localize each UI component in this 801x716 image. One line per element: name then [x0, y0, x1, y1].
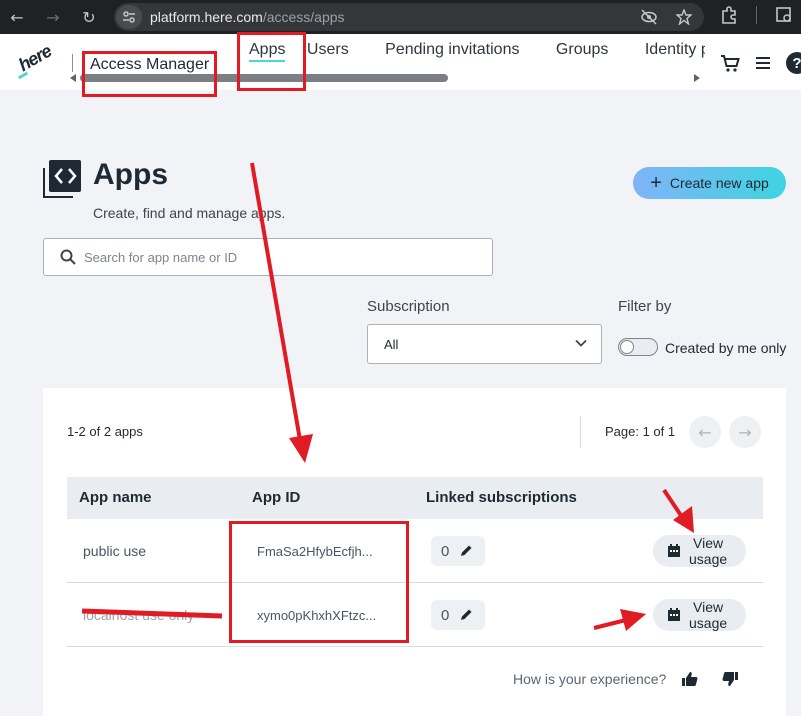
arrow-left-icon: ← [698, 422, 712, 442]
back-icon[interactable]: ← [3, 3, 31, 31]
pencil-icon[interactable] [459, 608, 473, 622]
col-linked-subscriptions[interactable]: Linked subscriptions [426, 489, 577, 506]
next-page-button[interactable]: → [729, 416, 761, 448]
prev-page-button[interactable]: ← [689, 416, 721, 448]
scroll-right-icon[interactable] [694, 74, 700, 82]
header-divider [72, 54, 73, 72]
thumbs-down-icon[interactable] [721, 670, 739, 688]
feedback-question: How is your experience? [513, 671, 667, 687]
help-icon[interactable]: ? [786, 52, 801, 74]
annotation-box-app-ids [229, 521, 409, 643]
thumbs-up-icon[interactable] [681, 670, 699, 688]
page-title: Apps [93, 158, 168, 191]
star-icon[interactable] [676, 9, 692, 25]
arrow-right-icon: → [738, 422, 752, 442]
annotation-box-access-manager [82, 51, 217, 97]
reload-icon[interactable]: ↻ [75, 3, 103, 31]
table-row[interactable]: public use FmaSa2HfybEcfjh... 0 View usa… [67, 519, 763, 583]
menu-icon[interactable] [754, 55, 772, 71]
url-path: /access/apps [262, 9, 345, 25]
here-logo[interactable]: here [15, 41, 55, 76]
pencil-icon[interactable] [459, 544, 473, 558]
eye-slash-icon[interactable] [640, 9, 658, 25]
forward-icon[interactable]: → [39, 3, 67, 31]
calendar-icon [668, 544, 680, 557]
search-input[interactable] [84, 249, 464, 265]
calendar-icon [668, 608, 680, 621]
address-bar[interactable]: platform.here.com/access/apps [114, 3, 704, 31]
subscription-select[interactable]: All [367, 324, 602, 364]
filter-by-label: Filter by [618, 298, 672, 315]
create-new-app-label: Create new app [669, 175, 769, 191]
created-by-me-label: Created by me only [665, 340, 787, 356]
create-new-app-button[interactable]: + Create new app [633, 167, 786, 199]
subscription-label: Subscription [367, 298, 450, 315]
col-app-id[interactable]: App ID [252, 489, 300, 506]
side-panel-icon[interactable] [775, 6, 793, 24]
card-divider [580, 416, 581, 448]
table-header: App name App ID Linked subscriptions [67, 477, 763, 519]
apps-count: 1-2 of 2 apps [67, 424, 143, 439]
apps-page-icon [43, 160, 81, 198]
apps-table-card: 1-2 of 2 apps Page: 1 of 1 ← → App name … [43, 388, 786, 716]
page-subtitle: Create, find and manage apps. [93, 205, 286, 221]
site-info-icon[interactable] [116, 5, 142, 29]
tab-users[interactable]: Users [307, 40, 349, 60]
plus-icon: + [650, 172, 662, 194]
tab-groups[interactable]: Groups [556, 40, 608, 60]
linked-count-badge[interactable]: 0 [431, 536, 485, 566]
scroll-left-icon[interactable] [70, 74, 76, 82]
annotation-box-apps-tab [237, 32, 306, 91]
toggle-knob [620, 340, 634, 354]
app-name-cell[interactable]: public use [83, 543, 146, 559]
linked-count-badge[interactable]: 0 [431, 600, 485, 630]
created-by-me-toggle[interactable] [618, 338, 658, 356]
toolbar-divider [756, 6, 757, 24]
extensions-icon[interactable] [720, 6, 738, 24]
page-indicator: Page: 1 of 1 [605, 424, 676, 439]
view-usage-button[interactable]: View usage [653, 599, 746, 631]
url-host: platform.here.com [150, 9, 263, 25]
subscription-value: All [384, 336, 399, 352]
search-icon [60, 249, 76, 265]
linked-count: 0 [441, 542, 450, 560]
cart-icon[interactable] [720, 53, 740, 73]
search-box [43, 238, 493, 276]
browser-toolbar: ← → ↻ platform.here.com/access/apps [0, 0, 801, 34]
view-usage-label: View usage [689, 535, 728, 567]
tab-pending-invitations[interactable]: Pending invitations [385, 40, 519, 60]
linked-count: 0 [441, 606, 450, 624]
tab-identity[interactable]: Identity p [645, 40, 705, 60]
col-app-name[interactable]: App name [79, 489, 152, 506]
view-usage-label: View usage [689, 599, 728, 631]
chevron-down-icon [575, 339, 587, 347]
url-text: platform.here.com/access/apps [150, 9, 345, 25]
view-usage-button[interactable]: View usage [653, 535, 746, 567]
